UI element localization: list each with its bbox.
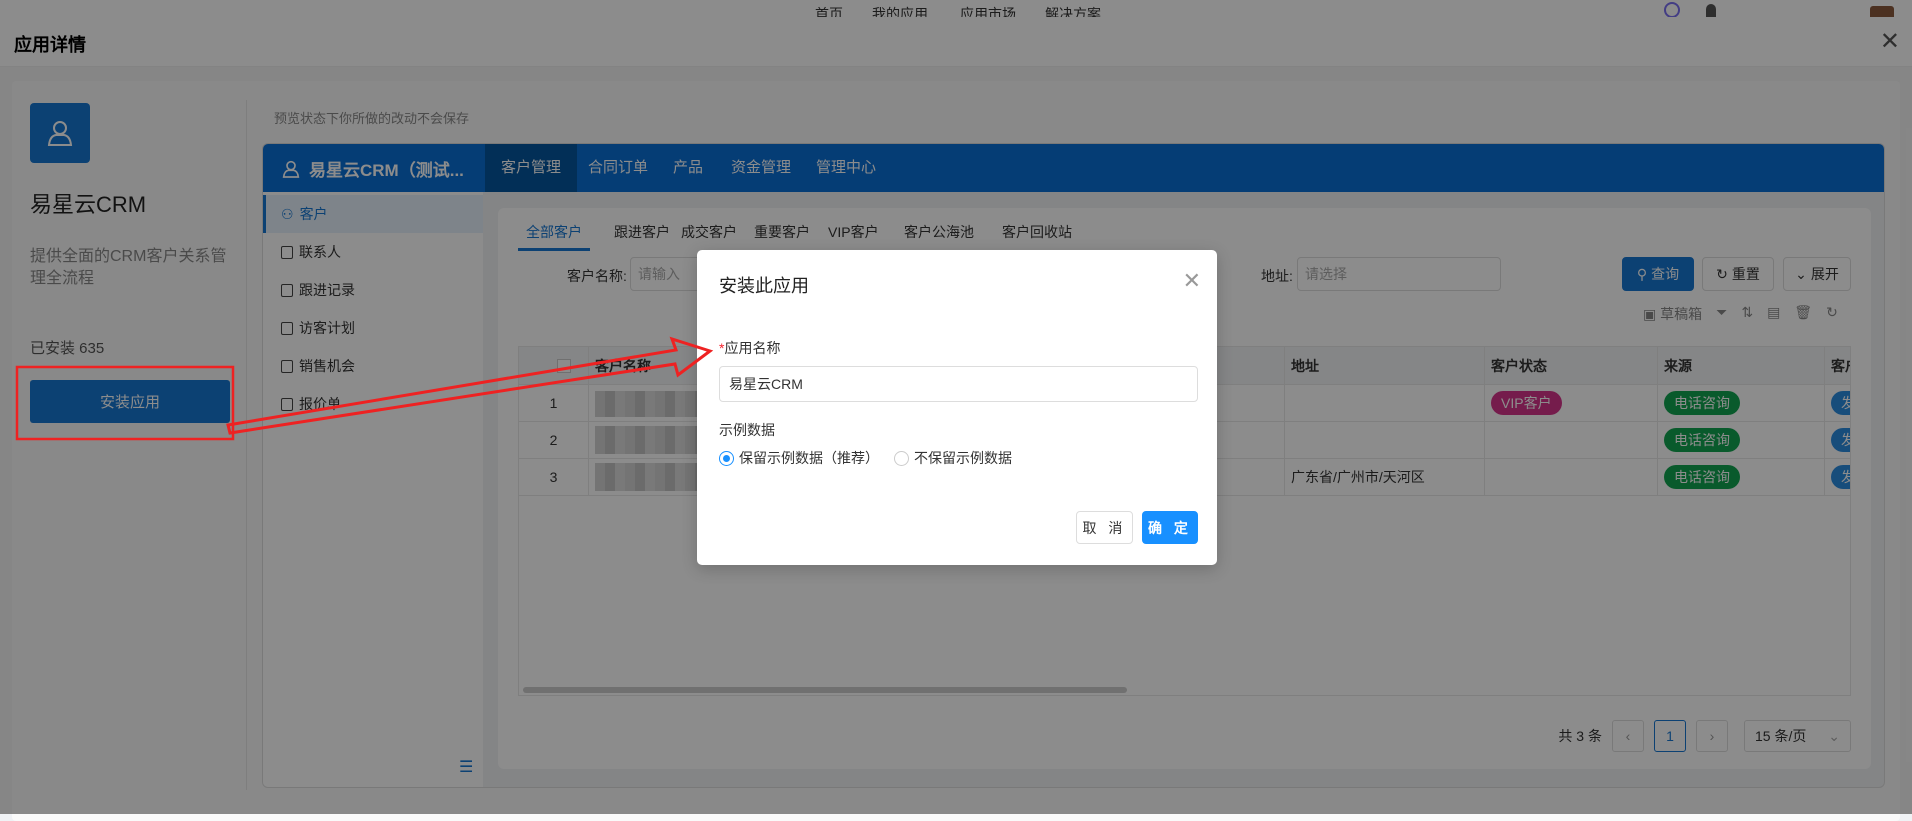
keep-sample-data-radio[interactable]: 保留示例数据（推荐） [719, 448, 879, 468]
discard-sample-data-radio[interactable]: 不保留示例数据 [894, 448, 1012, 468]
radio-unchecked-icon [894, 450, 909, 466]
radio-checked-icon [719, 450, 734, 466]
sample-data-label: 示例数据 [719, 422, 775, 438]
close-icon[interactable]: ✕ [1183, 268, 1201, 294]
dialog-title: 安装此应用 [719, 276, 809, 296]
install-app-dialog: 安装此应用 ✕ *应用名称 示例数据 保留示例数据（推荐） 不保留示例数据 取 … [697, 250, 1217, 565]
app-name-input[interactable] [719, 366, 1198, 402]
cancel-button[interactable]: 取 消 [1076, 511, 1133, 544]
app-name-label: *应用名称 [719, 340, 781, 356]
confirm-button[interactable]: 确 定 [1142, 511, 1198, 544]
